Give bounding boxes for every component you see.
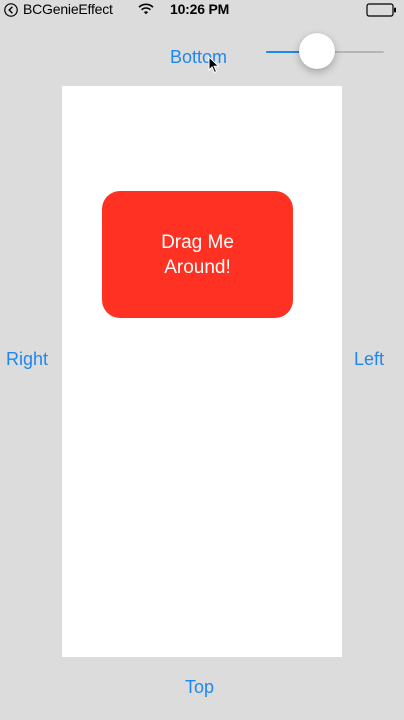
back-app-label[interactable]: BCGenieEffect bbox=[23, 1, 113, 18]
battery-icon bbox=[366, 3, 396, 17]
wifi-icon bbox=[138, 3, 154, 15]
status-bar: BCGenieEffect 10:26 PM bbox=[0, 0, 404, 20]
mouse-cursor-icon bbox=[208, 56, 220, 74]
left-button[interactable]: Left bbox=[354, 348, 384, 370]
back-chevron-icon[interactable] bbox=[4, 3, 18, 17]
top-button[interactable]: Top bbox=[185, 676, 214, 698]
genie-slider[interactable] bbox=[266, 30, 386, 74]
drag-me-box[interactable]: Drag Me Around! bbox=[102, 191, 293, 318]
genie-container bbox=[62, 86, 342, 657]
slider-thumb[interactable] bbox=[299, 33, 335, 69]
right-button[interactable]: Right bbox=[6, 348, 48, 370]
status-time: 10:26 PM bbox=[170, 1, 230, 17]
drag-box-label: Drag Me Around! bbox=[161, 231, 234, 278]
